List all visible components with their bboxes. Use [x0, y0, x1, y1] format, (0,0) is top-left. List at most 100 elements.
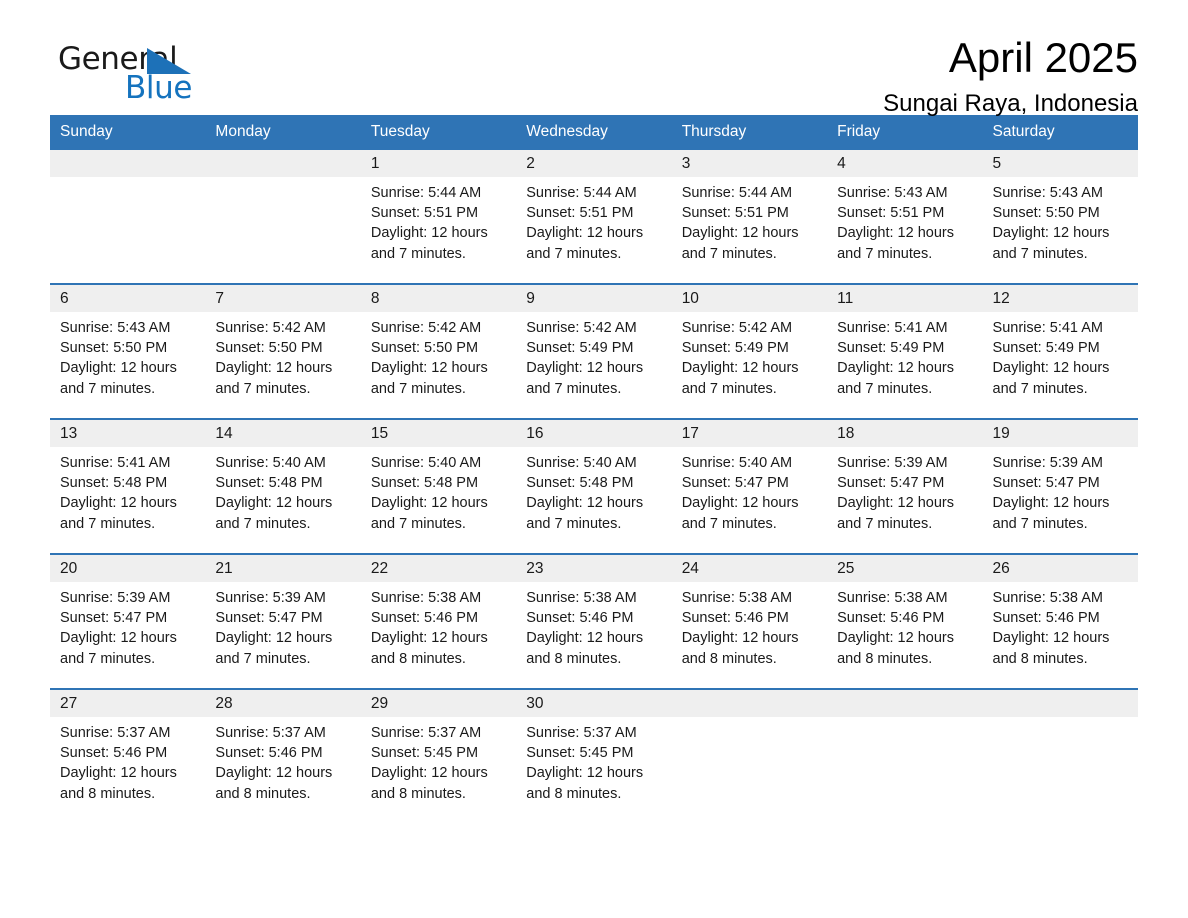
- calendar-week-row: 27 Sunrise: 5:37 AM Sunset: 5:46 PM Dayligh…: [50, 688, 1138, 823]
- day-cell-inner: 23 Sunrise: 5:38 AM Sunset: 5:46 PM Dayligh…: [516, 555, 672, 688]
- calendar-day-cell[interactable]: 23 Sunrise: 5:38 AM Sunset: 5:46 PM Dayligh…: [516, 553, 672, 689]
- daylight-text: Daylight: 12 hours and 8 minutes.: [992, 630, 1110, 667]
- day-cell-inner: 7 Sunrise: 5:42 AM Sunset: 5:50 PM Daylight…: [205, 285, 361, 418]
- daylight-text: Daylight: 12 hours and 8 minutes.: [837, 630, 954, 667]
- sunrise-text: Sunrise: 5:40 AM: [526, 455, 637, 471]
- sunrise-text: Sunrise: 5:41 AM: [837, 320, 948, 336]
- daylight-text: Daylight: 12 hours and 7 minutes.: [681, 225, 799, 262]
- day-cell-inner: 15 Sunrise: 5:40 AM Sunset: 5:48 PM Dayligh…: [360, 420, 517, 553]
- sunset-text: Sunset: 5:46 PM: [370, 610, 479, 627]
- day-number: 12: [982, 285, 1138, 312]
- daylight-text: Daylight: 12 hours and 7 minutes.: [992, 225, 1110, 262]
- calendar-day-cell[interactable]: 10 Sunrise: 5:42 AM Sunset: 5:49 PM Dayligh…: [671, 283, 828, 419]
- sunrise-text: Sunrise: 5:44 AM: [681, 185, 793, 201]
- day-details: Sunrise: 5:39 AM Sunset: 5:47 PM Daylight:…: [205, 582, 360, 669]
- sunset-text: Sunset: 5:45 PM: [370, 745, 479, 762]
- daylight-text: Daylight: 12 hours and 7 minutes.: [992, 360, 1110, 397]
- calendar-day-cell[interactable]: 7 Sunrise: 5:42 AM Sunset: 5:50 PM Daylight…: [205, 283, 361, 419]
- day-number: 2: [516, 150, 672, 177]
- calendar-header: Sunday Monday Tuesday Wednesday Thursday…: [50, 115, 1138, 150]
- calendar-day-cell[interactable]: 26 Sunrise: 5:38 AM Sunset: 5:46 PM Dayligh…: [982, 553, 1138, 689]
- day-cell-inner: 30 Sunrise: 5:37 AM Sunset: 5:45 PM Dayligh…: [516, 690, 672, 823]
- day-cell-inner: 13 Sunrise: 5:41 AM Sunset: 5:48 PM Dayligh…: [50, 420, 206, 553]
- daylight-text: Daylight: 12 hours and 7 minutes.: [837, 225, 954, 262]
- calendar-day-cell[interactable]: 5 Sunrise: 5:43 AM Sunset: 5:50 PM Daylight…: [982, 150, 1138, 284]
- calendar-day-cell[interactable]: 21 Sunrise: 5:39 AM Sunset: 5:47 PM Dayligh…: [205, 553, 361, 689]
- calendar-day-cell[interactable]: 24 Sunrise: 5:38 AM Sunset: 5:46 PM Dayligh…: [671, 553, 828, 689]
- day-cell-inner: 27 Sunrise: 5:37 AM Sunset: 5:46 PM Dayligh…: [50, 690, 206, 823]
- calendar-day-cell[interactable]: 29 Sunrise: 5:37 AM Sunset: 5:45 PM Dayligh…: [360, 688, 517, 823]
- sunrise-text: Sunrise: 5:41 AM: [60, 455, 171, 471]
- day-details: Sunrise: 5:38 AM Sunset: 5:46 PM Daylight:…: [827, 582, 982, 669]
- calendar-day-cell[interactable]: 8 Sunrise: 5:42 AM Sunset: 5:50 PM Daylight…: [360, 283, 517, 419]
- weekday-header-thursday: Thursday: [671, 115, 828, 150]
- day-number: 11: [827, 285, 983, 312]
- calendar-day-cell: [50, 150, 206, 284]
- day-cell-inner: 26 Sunrise: 5:38 AM Sunset: 5:46 PM Dayligh…: [982, 555, 1138, 688]
- sunset-text: Sunset: 5:47 PM: [60, 610, 168, 627]
- calendar-day-cell[interactable]: 28 Sunrise: 5:37 AM Sunset: 5:46 PM Dayligh…: [205, 688, 361, 823]
- calendar-day-cell[interactable]: 4 Sunrise: 5:43 AM Sunset: 5:51 PM Daylight…: [827, 150, 983, 284]
- calendar-day-cell[interactable]: 30 Sunrise: 5:37 AM Sunset: 5:45 PM Dayligh…: [516, 688, 672, 823]
- day-number: [671, 690, 828, 717]
- day-cell-inner: 21 Sunrise: 5:39 AM Sunset: 5:47 PM Dayligh…: [205, 555, 361, 688]
- sunrise-text: Sunrise: 5:38 AM: [370, 590, 482, 606]
- calendar-day-cell[interactable]: 3 Sunrise: 5:44 AM Sunset: 5:51 PM Daylight…: [671, 150, 828, 284]
- day-details: Sunrise: 5:42 AM Sunset: 5:49 PM Daylight:…: [516, 312, 671, 399]
- daylight-text: Daylight: 12 hours and 8 minutes.: [215, 765, 333, 802]
- day-number: 16: [516, 420, 672, 447]
- weekday-header-monday: Monday: [205, 115, 361, 150]
- calendar-day-cell[interactable]: 15 Sunrise: 5:40 AM Sunset: 5:48 PM Dayligh…: [360, 418, 517, 554]
- weekday-header-friday: Friday: [827, 115, 983, 150]
- calendar-day-cell[interactable]: 27 Sunrise: 5:37 AM Sunset: 5:46 PM Dayligh…: [50, 688, 206, 823]
- day-number: 9: [516, 285, 672, 312]
- day-cell-inner: 8 Sunrise: 5:42 AM Sunset: 5:50 PM Daylight…: [360, 285, 517, 418]
- day-cell-inner: 20 Sunrise: 5:39 AM Sunset: 5:47 PM Dayligh…: [50, 555, 206, 688]
- calendar-day-cell[interactable]: 2 Sunrise: 5:44 AM Sunset: 5:51 PM Daylight…: [516, 150, 672, 284]
- calendar-day-cell[interactable]: 19 Sunrise: 5:39 AM Sunset: 5:47 PM Dayligh…: [982, 418, 1138, 554]
- day-details: Sunrise: 5:41 AM Sunset: 5:49 PM Daylight:…: [827, 312, 982, 399]
- day-details: Sunrise: 5:39 AM Sunset: 5:47 PM Daylight:…: [50, 582, 205, 669]
- daylight-text: Daylight: 12 hours and 7 minutes.: [215, 630, 333, 667]
- daylight-text: Daylight: 12 hours and 7 minutes.: [837, 495, 954, 532]
- calendar-day-cell[interactable]: 22 Sunrise: 5:38 AM Sunset: 5:46 PM Dayligh…: [360, 553, 517, 689]
- calendar-day-cell[interactable]: 20 Sunrise: 5:39 AM Sunset: 5:47 PM Dayligh…: [50, 553, 206, 689]
- day-details: [50, 177, 205, 183]
- daylight-text: Daylight: 12 hours and 7 minutes.: [526, 225, 644, 262]
- day-details: Sunrise: 5:43 AM Sunset: 5:51 PM Daylight:…: [827, 177, 982, 264]
- calendar-day-cell: [827, 688, 983, 823]
- calendar-day-cell[interactable]: 1 Sunrise: 5:44 AM Sunset: 5:51 PM Daylight…: [360, 150, 517, 284]
- sunset-text: Sunset: 5:46 PM: [681, 610, 789, 627]
- sunset-text: Sunset: 5:49 PM: [681, 340, 789, 357]
- calendar-day-cell[interactable]: 12 Sunrise: 5:41 AM Sunset: 5:49 PM Dayligh…: [982, 283, 1138, 419]
- calendar-day-cell[interactable]: 11 Sunrise: 5:41 AM Sunset: 5:49 PM Dayligh…: [827, 283, 983, 419]
- calendar-day-cell[interactable]: 17 Sunrise: 5:40 AM Sunset: 5:47 PM Dayligh…: [671, 418, 828, 554]
- day-cell-inner: 3 Sunrise: 5:44 AM Sunset: 5:51 PM Daylight…: [671, 150, 828, 283]
- calendar-day-cell[interactable]: 13 Sunrise: 5:41 AM Sunset: 5:48 PM Dayligh…: [50, 418, 206, 554]
- sunset-text: Sunset: 5:48 PM: [215, 475, 323, 492]
- calendar-day-cell[interactable]: 16 Sunrise: 5:40 AM Sunset: 5:48 PM Dayligh…: [516, 418, 672, 554]
- day-details: Sunrise: 5:44 AM Sunset: 5:51 PM Daylight:…: [361, 177, 516, 264]
- calendar-day-cell[interactable]: 18 Sunrise: 5:39 AM Sunset: 5:47 PM Dayligh…: [827, 418, 983, 554]
- daylight-text: Daylight: 12 hours and 7 minutes.: [681, 495, 799, 532]
- daylight-text: Daylight: 12 hours and 7 minutes.: [370, 360, 488, 397]
- calendar-day-cell[interactable]: 14 Sunrise: 5:40 AM Sunset: 5:48 PM Dayligh…: [205, 418, 361, 554]
- general-blue-logo[interactable]: General Blue: [50, 42, 200, 105]
- sunset-text: Sunset: 5:47 PM: [992, 475, 1100, 492]
- calendar-day-cell[interactable]: 6 Sunrise: 5:43 AM Sunset: 5:50 PM Daylight…: [50, 283, 206, 419]
- day-number: 15: [360, 420, 517, 447]
- day-number: 30: [516, 690, 672, 717]
- sunrise-text: Sunrise: 5:38 AM: [837, 590, 948, 606]
- daylight-text: Daylight: 12 hours and 7 minutes.: [60, 630, 177, 667]
- day-cell-inner: [827, 690, 983, 823]
- sunrise-text: Sunrise: 5:44 AM: [370, 185, 482, 201]
- day-number: 17: [671, 420, 828, 447]
- day-details: Sunrise: 5:39 AM Sunset: 5:47 PM Daylight:…: [983, 447, 1138, 534]
- day-number: 21: [205, 555, 361, 582]
- day-details: [827, 717, 982, 723]
- sunrise-text: Sunrise: 5:39 AM: [215, 590, 326, 606]
- day-details: Sunrise: 5:41 AM Sunset: 5:49 PM Daylight:…: [983, 312, 1138, 399]
- sunrise-text: Sunrise: 5:40 AM: [370, 455, 482, 471]
- calendar-day-cell[interactable]: 25 Sunrise: 5:38 AM Sunset: 5:46 PM Dayligh…: [827, 553, 983, 689]
- calendar-day-cell[interactable]: 9 Sunrise: 5:42 AM Sunset: 5:49 PM Daylight…: [516, 283, 672, 419]
